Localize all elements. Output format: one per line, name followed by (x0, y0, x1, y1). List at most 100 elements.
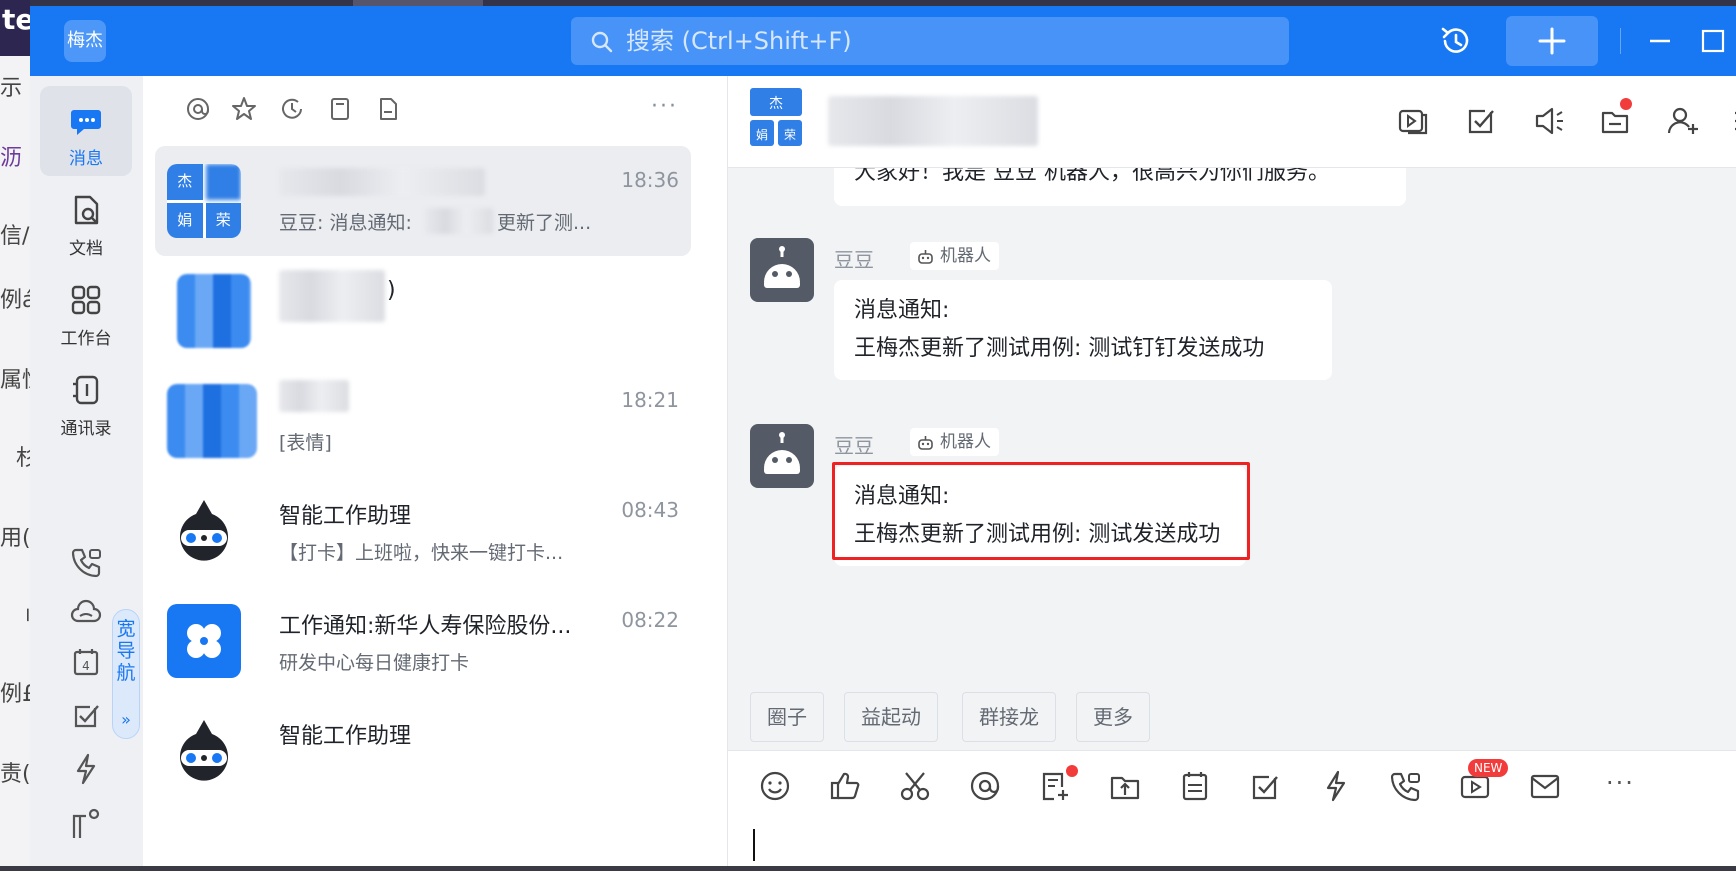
conversation-preview: 研发中心每日健康打卡 (279, 652, 470, 674)
profile-avatar[interactable]: 梅杰 (64, 20, 106, 62)
search-chat-icon[interactable] (1732, 104, 1736, 138)
background-text: 杉 (16, 446, 30, 471)
assistant-avatar (167, 494, 241, 568)
conversation-preview-suffix: 更新了测... (497, 212, 592, 234)
cloud-icon[interactable] (68, 594, 104, 630)
phone-icon[interactable] (68, 544, 104, 580)
group-avatar[interactable]: 杰 娟 荣 (750, 88, 806, 148)
calendar-icon[interactable]: 4 (68, 644, 104, 680)
plus-icon[interactable] (1506, 16, 1598, 66)
schedule-icon[interactable] (1178, 769, 1212, 803)
task-icon[interactable] (1464, 104, 1498, 138)
checklist-icon[interactable] (1248, 769, 1282, 803)
quick-action-button[interactable]: 圈子 (750, 692, 824, 742)
thumbs-up-icon[interactable] (828, 769, 862, 803)
robot-avatar[interactable] (750, 424, 814, 488)
conversation-time: 18:21 (621, 388, 679, 412)
star-icon[interactable] (231, 96, 257, 122)
message-bubble[interactable]: 消息通知: 王梅杰更新了测试用例: 测试钉钉发送成功 (834, 280, 1332, 380)
robot-icon (917, 434, 934, 451)
conversation-item[interactable]: 工作通知:新华人寿保险股份... 08:22 研发中心每日健康打卡 (155, 586, 691, 696)
robot-badge: 机器人 (910, 428, 999, 456)
add-member-icon[interactable] (1666, 104, 1700, 138)
conversation-item[interactable]: 18:21 [表情] (155, 366, 691, 476)
message-list: 大家好！我是 豆豆 机器人，很高兴为你们服务。 豆豆 机器人 消息通知: 王梅杰… (728, 168, 1736, 758)
wide-navigation-toggle[interactable]: 宽导航 » (112, 609, 140, 739)
nav-label: 消息 (69, 149, 103, 169)
nav-item-contacts[interactable]: 通讯录 (40, 356, 132, 446)
side-navigation: 消息 文档 工作台 通讯录 4 宽导航 » (30, 76, 143, 866)
nav-item-workbench[interactable]: 工作台 (40, 266, 132, 356)
avatar-char: 荣 (784, 128, 796, 142)
conversation-preview: 【打卡】上班啦，快来一键打卡... (279, 542, 564, 564)
call-icon[interactable] (1388, 769, 1422, 803)
contacts-icon (68, 372, 104, 408)
emoji-icon[interactable] (758, 769, 792, 803)
search-input[interactable]: 搜索 (Ctrl+Shift+F) (571, 17, 1289, 65)
nav-label: 文档 (69, 239, 103, 259)
avatar-char: 杰 (167, 164, 203, 200)
quick-action-button[interactable]: 群接龙 (962, 692, 1056, 742)
conversation-time: 18:36 (621, 168, 679, 192)
more-options-icon[interactable]: ··· (651, 94, 685, 119)
conversation-item[interactable]: 杰 娟 荣 18:36 豆豆: 消息通知: 更新了测... (155, 146, 691, 256)
upload-icon[interactable] (1108, 769, 1142, 803)
workbench-icon (68, 282, 104, 318)
text-input-caret[interactable] (753, 829, 755, 861)
message-icon (68, 102, 104, 138)
mail-icon[interactable] (1528, 769, 1562, 803)
avatar-char: 杰 (769, 96, 783, 112)
conversation-item[interactable]: 智能工作助理 (155, 696, 691, 806)
conversation-preview: [表情] (279, 432, 332, 454)
live-icon[interactable] (1396, 104, 1430, 138)
new-badge: NEW (1468, 759, 1509, 777)
chat-header: 杰 娟 荣 (728, 76, 1736, 168)
history-icon[interactable] (1434, 19, 1478, 63)
background-text: 例á (0, 288, 30, 313)
at-icon[interactable] (968, 769, 1002, 803)
calendar-day: 4 (82, 659, 90, 673)
assistant-avatar (167, 714, 241, 788)
avatar-char (205, 164, 241, 200)
background-text: 例£ (0, 682, 30, 707)
message-sender[interactable]: 豆豆 (834, 430, 874, 459)
more-apps-icon[interactable] (68, 804, 104, 840)
titlebar-divider (1620, 28, 1621, 54)
message-sender[interactable]: 豆豆 (834, 244, 874, 273)
document-icon (68, 192, 104, 228)
message-bubble[interactable]: 大家好！我是 豆豆 机器人，很高兴为你们服务。 (834, 168, 1406, 206)
scissors-icon[interactable] (898, 769, 932, 803)
minimize-icon[interactable] (1642, 26, 1678, 56)
mention-icon[interactable] (185, 96, 211, 122)
wide-nav-label: 宽导航 (116, 618, 136, 684)
ding-icon[interactable] (1318, 769, 1352, 803)
work-notice-avatar (167, 604, 241, 678)
robot-avatar[interactable] (750, 238, 814, 302)
todo-icon[interactable] (68, 698, 104, 734)
bookmark-icon[interactable] (327, 96, 353, 122)
file-icon[interactable] (375, 96, 401, 122)
background-taskbar (0, 866, 1736, 871)
maximize-icon[interactable] (1694, 26, 1730, 56)
search-placeholder: 搜索 (Ctrl+Shift+F) (626, 27, 852, 55)
conversation-name: 工作通知:新华人寿保险股份... (279, 614, 572, 639)
more-tools-icon[interactable]: ··· (1606, 769, 1646, 799)
conversation-item[interactable]: 智能工作助理 08:43 【打卡】上班啦，快来一键打卡... (155, 476, 691, 586)
conversation-list: ··· 杰 娟 荣 18:36 豆豆: 消息通知: 更新了测... ) 18:2… (143, 76, 728, 866)
flash-icon[interactable] (68, 751, 104, 787)
message-text: 大家好！我是 豆豆 机器人，很高兴为你们服务。 (854, 168, 1330, 185)
conversation-item[interactable]: ) (155, 256, 691, 366)
conversation-time: 08:43 (621, 498, 679, 522)
announcement-icon[interactable] (1532, 104, 1566, 138)
robot-icon (917, 248, 934, 265)
highlight-box (832, 462, 1250, 560)
conversation-time: 08:22 (621, 608, 679, 632)
recent-icon[interactable] (279, 96, 305, 122)
nav-item-docs[interactable]: 文档 (40, 176, 132, 266)
background-text: 责( (0, 762, 30, 787)
nav-item-messages[interactable]: 消息 (40, 86, 132, 176)
message-composer: NEW ··· (728, 750, 1736, 866)
conversation-name: 智能工作助理 (279, 724, 412, 749)
quick-action-button[interactable]: 更多 (1076, 692, 1150, 742)
quick-action-button[interactable]: 益起动 (844, 692, 938, 742)
